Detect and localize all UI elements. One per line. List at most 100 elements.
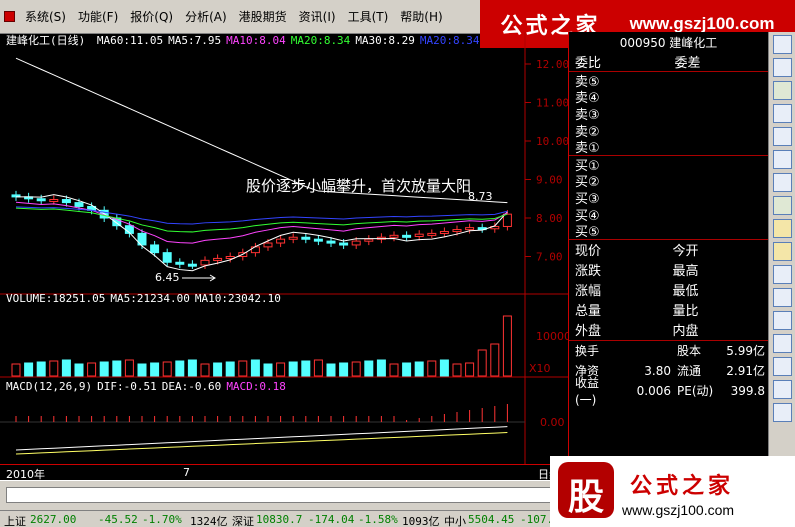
volume-bar [150,362,160,377]
toolbar-button-7[interactable] [773,173,792,192]
fundamental-r: 流通 [677,364,702,379]
menu-item-4[interactable]: 港股期货 [233,7,293,27]
price-tick-label: 10.00 [536,135,568,148]
watermark-url-bottom: www.gszj100.com [622,502,735,518]
menu-item-5[interactable]: 资讯(I) [293,7,342,27]
volume-bar [162,361,172,377]
volume-bar [364,360,374,377]
zx-index-value: 5504.45 [468,513,515,526]
toolbar-button-13[interactable] [773,311,792,330]
sh-index-change: -45.52 [98,513,138,526]
volume-bar [11,363,21,377]
candle-body [36,198,46,202]
menu-item-3[interactable]: 分析(A) [179,7,233,27]
volume-bar [389,363,399,377]
toolbar-button-11[interactable] [773,265,792,284]
candle-body [351,240,361,246]
watermark-title-bottom: 公式之家 [630,473,735,499]
menu-item-2[interactable]: 报价(Q) [124,7,179,27]
volume-bar [250,359,260,377]
volume-bar [112,360,122,377]
price-tick-label: 8.00 [536,212,563,225]
buy-level-2: 买② [575,175,600,191]
toolbar-button-2[interactable] [773,58,792,77]
volume-bar [99,361,109,377]
macd-dea-line [15,432,508,455]
toolbar-button-4[interactable] [773,104,792,123]
sell-level-4: 卖④ [575,91,600,107]
volume-bar [301,360,311,377]
app-icon[interactable] [4,11,15,22]
toolbar-button-14[interactable] [773,334,792,353]
stock-title: 建峰化工(日线) [6,34,86,47]
volume-bar [36,361,46,377]
buy-level-5: 买⑤ [575,225,600,241]
candle-body [61,199,71,204]
macd-dif-line [15,426,508,451]
quote-label: 涨跌 [575,264,602,280]
sz-index-amount: 1093亿 [402,515,440,527]
sz-index-change: -174.04 [308,513,355,526]
macd-legend-1: DIF:-0.51 [97,380,157,393]
menu-item-6[interactable]: 工具(T) [342,7,395,27]
volume-bar [175,360,185,377]
volume-unit-label: X10 [529,362,551,375]
stock-chart[interactable]: 12.00 11.00 10.00 9.00 8.00 7.00 股价逐步小幅攀升，首次放量… [0,32,568,480]
right-toolbar [768,32,795,480]
quote-row: 总量 量比 [569,300,768,320]
quote-label: 外盘 [575,324,602,340]
watermark-logo-char: 股 [567,476,604,518]
volume-bar [61,359,71,377]
fundamental-l: 收益(一) [575,375,600,407]
chart-canvas[interactable]: 12.00 11.00 10.00 9.00 8.00 7.00 股价逐步小幅攀升，首次放量… [0,32,568,464]
candle-body [326,240,336,244]
quote-label: 涨幅 [575,284,602,300]
volume-legend-0: VOLUME:18251.05 [6,292,106,305]
toolbar-button-5[interactable] [773,127,792,146]
fundamental-row: 换手 股本 5.99亿 [569,341,768,361]
toolbar-button-15[interactable] [773,357,792,376]
volume-bar [477,349,487,377]
toolbar-button-17[interactable] [773,403,792,422]
watermark-banner-bottom: 股 公式之家 www.gszj100.com [550,456,795,527]
candle-body [465,227,475,231]
candle-body [452,229,462,233]
volume-bar [263,363,273,377]
macd-legend-0: MACD(12,26,9) [6,380,93,393]
buy-level-3: 买③ [575,191,600,207]
chart-annotation: 股价逐步小幅攀升，首次放量大阳 [246,177,471,195]
toolbar-button-12[interactable] [773,288,792,307]
candle-body [263,242,273,248]
fundamental-r: PE(动) [677,384,714,399]
candle-body [502,213,512,227]
buy-orders: 买① 买② 买③ 买④ 买⑤ [569,156,768,240]
sh-index-value: 2627.00 [30,513,77,526]
toolbar-button-16[interactable] [773,380,792,399]
candle-body [162,252,172,263]
price-tick-label: 11.00 [536,97,568,110]
scrollbar-track[interactable] [6,487,551,503]
volume-bar [313,359,323,377]
sell-level-5: 卖⑤ [575,74,600,90]
toolbar-button-8[interactable] [773,196,792,215]
menu-item-0[interactable]: 系统(S) [19,7,72,27]
toolbar-button-3[interactable] [773,81,792,100]
price-tick-label: 12.00 [536,58,568,71]
candle-body [187,263,197,267]
volume-bar [402,362,412,377]
volume-bar [137,363,147,377]
menu-item-1[interactable]: 功能(F) [72,7,124,27]
menu-item-7[interactable]: 帮助(H) [394,7,448,27]
toolbar-button-10[interactable] [773,242,792,261]
volume-bar [124,359,134,377]
toolbar-button-1[interactable] [773,35,792,54]
volume-bar [502,315,512,377]
ma20-line [15,207,508,233]
toolbar-button-6[interactable] [773,150,792,169]
chart-scrollbar[interactable] [0,480,560,510]
candle-body [427,232,437,236]
toolbar-button-9[interactable] [773,219,792,238]
quote-label: 今开 [672,244,699,260]
volume-legend-1: MA5:21234.00 [110,292,190,305]
sh-index-pct: -1.70% [142,513,182,526]
